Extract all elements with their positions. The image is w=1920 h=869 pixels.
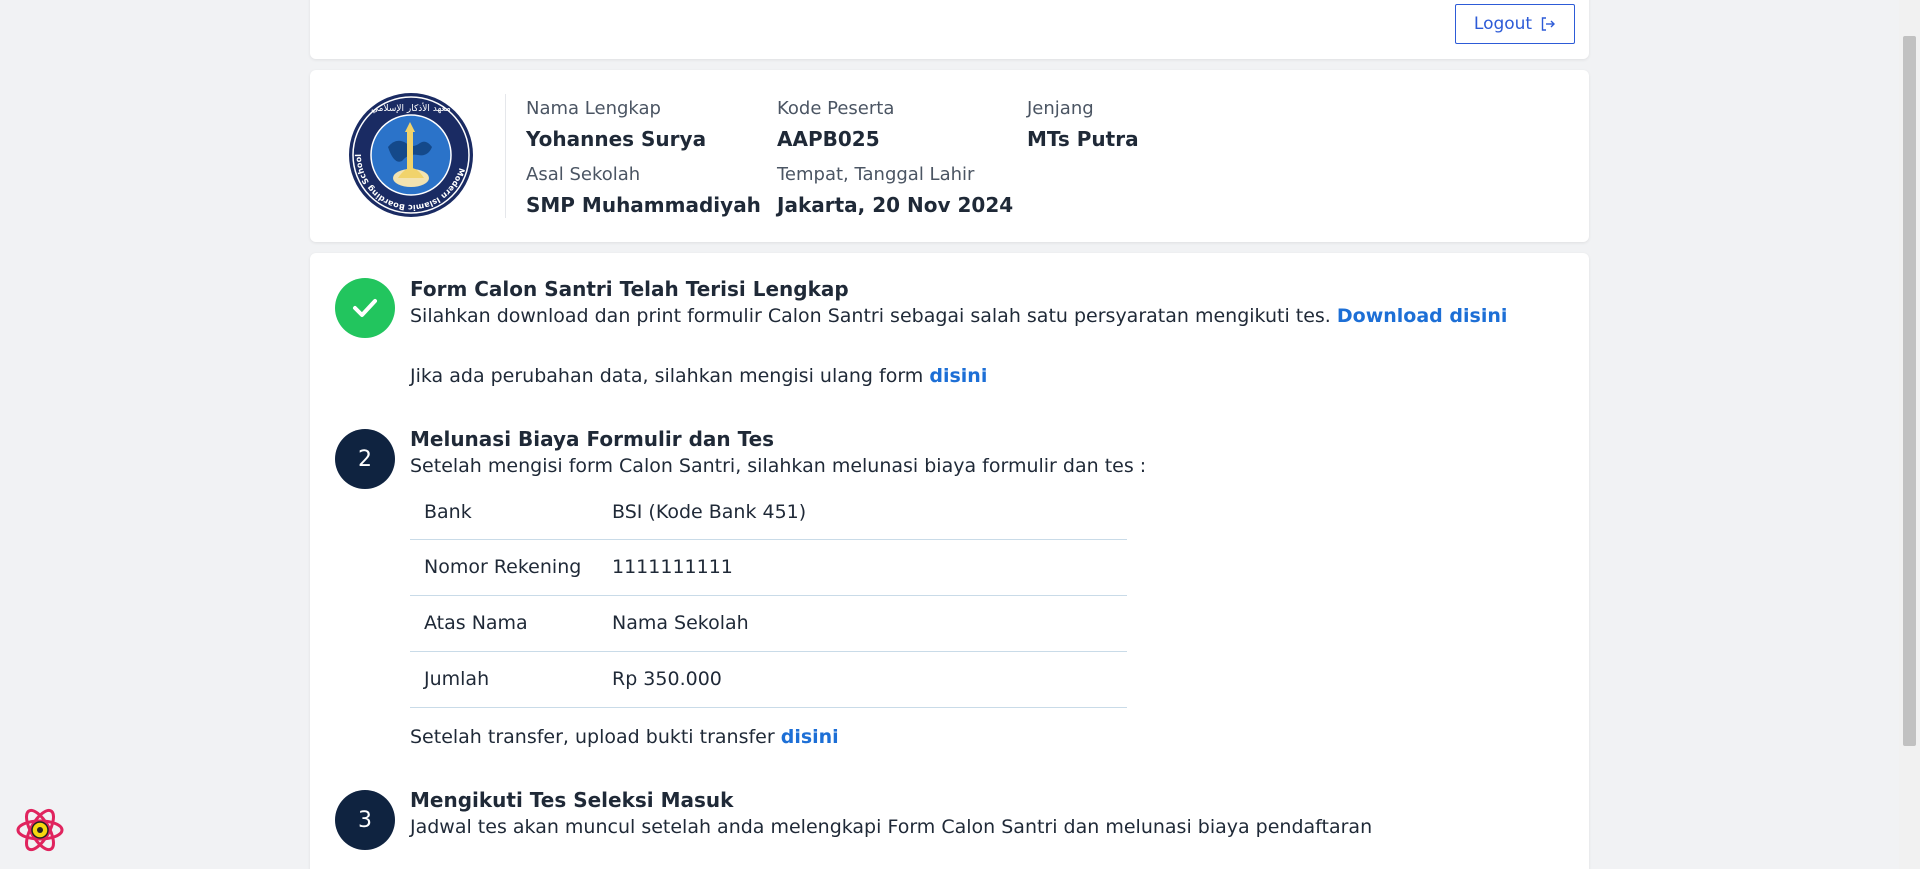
step1-text: Silahkan download dan print formulir Cal…: [410, 305, 1331, 327]
table-row: Nomor Rekening 1111111111: [410, 539, 1127, 596]
logout-label: Logout: [1473, 14, 1533, 34]
jenjang-label: Jenjang: [1027, 98, 1094, 119]
atas-nama-label: Atas Nama: [410, 595, 598, 652]
step3-number-badge: 3: [335, 790, 395, 850]
ttl-value: Jakarta, 20 Nov 2024: [777, 193, 1014, 217]
table-row: Bank BSI (Kode Bank 451): [410, 485, 1127, 540]
school-logo: Modern Islamic Boarding School معهد الأذ…: [348, 92, 474, 218]
kode-value: AAPB025: [777, 127, 880, 151]
step1-change-row: Jika ada perubahan data, silahkan mengis…: [410, 365, 987, 387]
logout-button[interactable]: Logout: [1455, 4, 1575, 44]
logout-icon: [1541, 17, 1556, 31]
step3-text: Jadwal tes akan muncul setelah anda mele…: [410, 816, 1373, 838]
asal-value: SMP Muhammadiyah: [526, 193, 761, 217]
jumlah-label: Jumlah: [410, 651, 598, 708]
asal-label: Asal Sekolah: [526, 164, 641, 185]
step1-title: Form Calon Santri Telah Terisi Lengkap: [410, 277, 849, 301]
field-kode: Kode Peserta AAPB025: [777, 98, 894, 151]
table-row: Jumlah Rp 350.000: [410, 651, 1127, 708]
change-form-link[interactable]: disini: [929, 365, 987, 387]
bank-label: Bank: [410, 485, 598, 540]
download-link[interactable]: Download disini: [1337, 305, 1507, 327]
rekening-value: 1111111111: [598, 539, 1127, 596]
field-jenjang: Jenjang MTs Putra: [1027, 98, 1139, 151]
step1-text-row: Silahkan download dan print formulir Cal…: [410, 305, 1507, 327]
nama-value: Yohannes Surya: [526, 127, 707, 151]
field-asal: Asal Sekolah SMP Muhammadiyah: [526, 164, 761, 217]
atas-nama-value: Nama Sekolah: [598, 595, 1127, 652]
svg-text:معهد الأذكار الإسلامي: معهد الأذكار الإسلامي: [371, 102, 451, 114]
step2-title: Melunasi Biaya Formulir dan Tes: [410, 427, 775, 451]
step2-text: Setelah mengisi form Calon Santri, silah…: [410, 455, 1147, 477]
nama-label: Nama Lengkap: [526, 98, 661, 119]
top-bar: Logout: [310, 0, 1589, 59]
page-scrollbar[interactable]: [1899, 0, 1920, 869]
kode-label: Kode Peserta: [777, 98, 895, 119]
bank-info-table: Bank BSI (Kode Bank 451) Nomor Rekening …: [410, 485, 1127, 708]
step2-number-badge: 2: [335, 429, 395, 489]
table-row: Atas Nama Nama Sekolah: [410, 595, 1127, 652]
scrollbar-thumb[interactable]: [1903, 36, 1916, 746]
step1-check-icon: [335, 278, 395, 338]
step3-title: Mengikuti Tes Seleksi Masuk: [410, 788, 734, 812]
react-devtools-icon[interactable]: [14, 804, 66, 856]
upload-link[interactable]: disini: [781, 726, 839, 748]
profile-divider: [505, 94, 506, 218]
steps-card: Form Calon Santri Telah Terisi Lengkap S…: [310, 253, 1589, 869]
ttl-label: Tempat, Tanggal Lahir: [777, 164, 975, 185]
step1-change-text: Jika ada perubahan data, silahkan mengis…: [410, 365, 924, 387]
field-nama: Nama Lengkap Yohannes Surya: [526, 98, 706, 151]
upload-text: Setelah transfer, upload bukti transfer: [410, 726, 775, 748]
upload-row: Setelah transfer, upload bukti transfer …: [410, 726, 839, 748]
jenjang-value: MTs Putra: [1027, 127, 1139, 151]
bank-value: BSI (Kode Bank 451): [598, 485, 1127, 540]
rekening-label: Nomor Rekening: [410, 539, 598, 596]
jumlah-value: Rp 350.000: [598, 651, 1127, 708]
profile-card: Modern Islamic Boarding School معهد الأذ…: [310, 70, 1589, 242]
field-ttl: Tempat, Tanggal Lahir Jakarta, 20 Nov 20…: [777, 164, 1013, 217]
